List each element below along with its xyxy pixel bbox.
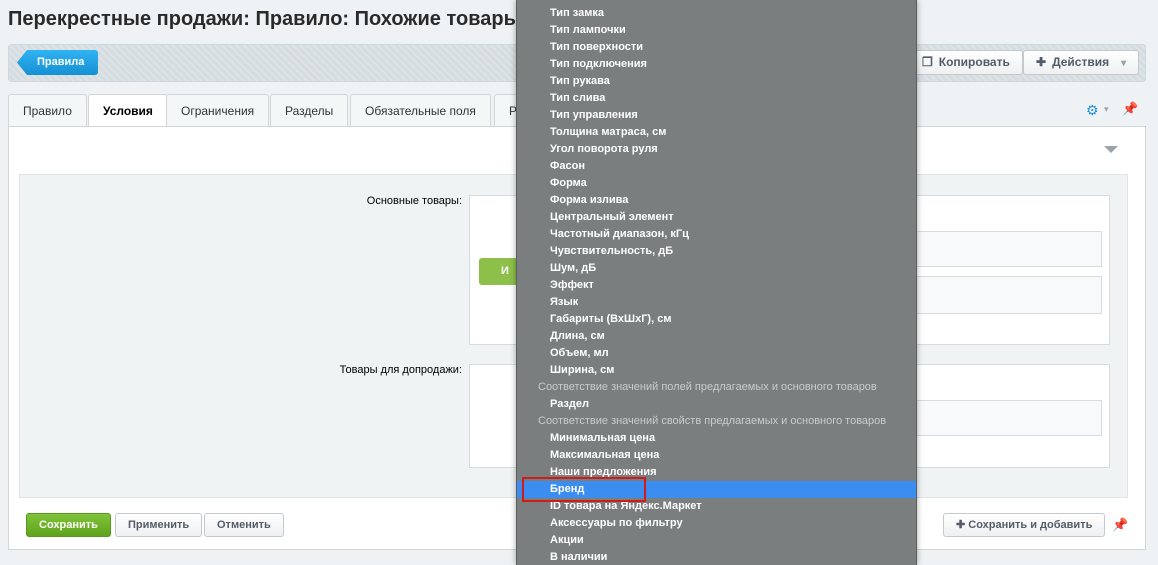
dropdown-option[interactable]: Аксессуары по фильтру	[517, 515, 916, 532]
dropdown-option[interactable]: Форма излива	[517, 192, 916, 209]
chevron-down-icon: ▾	[1121, 58, 1127, 69]
dropdown-option[interactable]: Ширина, см	[517, 362, 916, 379]
dropdown-option[interactable]: Тип поверхности	[517, 39, 916, 56]
copy-button[interactable]: ❐ Копировать	[909, 50, 1023, 75]
chevron-down-icon[interactable]: ▾	[1104, 104, 1109, 115]
dropdown-option[interactable]: Угол поворота руля	[517, 141, 916, 158]
and-operator-button[interactable]: И	[479, 258, 519, 285]
back-to-rules-button[interactable]: Правила	[17, 50, 99, 75]
pin-icon[interactable]: 📌	[1112, 517, 1128, 533]
dropdown-option[interactable]: Раздел	[517, 396, 916, 413]
dropdown-option[interactable]: Тип слива	[517, 90, 916, 107]
dropdown-option[interactable]: Акции	[517, 532, 916, 549]
main-goods-label: Основные товары:	[366, 195, 462, 207]
tab-rule[interactable]: Правило	[8, 94, 87, 126]
save-and-add-button[interactable]: ✚ Сохранить и добавить	[943, 513, 1106, 537]
plus-icon: ✚	[1036, 55, 1047, 69]
dropdown-option[interactable]: Длина, см	[517, 328, 916, 345]
dropdown-option[interactable]: Язык	[517, 294, 916, 311]
dropdown-option[interactable]: Минимальная цена	[517, 430, 916, 447]
dropdown-option[interactable]: Эффект	[517, 277, 916, 294]
cancel-button[interactable]: Отменить	[204, 513, 284, 537]
actions-button[interactable]: ✚ Действия ▾	[1023, 50, 1140, 75]
plus-icon: ✚	[956, 519, 969, 531]
collapse-icon[interactable]	[1104, 146, 1118, 153]
dropdown-option[interactable]: Шум, дБ	[517, 260, 916, 277]
tab-conditions[interactable]: Условия	[88, 94, 168, 128]
dropdown-option[interactable]: Максимальная цена	[517, 447, 916, 464]
dropdown-option[interactable]: Чувствительность, дБ	[517, 243, 916, 260]
save-button[interactable]: Сохранить	[26, 513, 111, 537]
selection-highlight-box	[522, 477, 646, 502]
dropdown-group-header: Соответствие значений свойств предлагаем…	[538, 415, 887, 427]
pin-icon[interactable]: 📌	[1122, 101, 1138, 117]
dropdown-option[interactable]: Тип лампочки	[517, 22, 916, 39]
actions-label: Действия	[1052, 55, 1110, 69]
dropdown-option[interactable]: Частотный диапазон, кГц	[517, 226, 916, 243]
page-title: Перекрестные продажи: Правило: Похожие т…	[8, 8, 548, 30]
copy-icon: ❐	[922, 55, 933, 69]
dropdown-group-header: Соответствие значений полей предлагаемых…	[538, 381, 877, 393]
dropdown-option[interactable]: Тип подключения	[517, 56, 916, 73]
save-and-add-label: Сохранить и добавить	[968, 519, 1093, 531]
apply-button[interactable]: Применить	[115, 513, 203, 537]
dropdown-option[interactable]: В наличии	[517, 549, 916, 565]
copy-label: Копировать	[938, 55, 1010, 69]
tab-sections[interactable]: Разделы	[270, 94, 349, 126]
dropdown-option[interactable]: Тип замка	[517, 5, 916, 22]
dropdown-option[interactable]: Центральный элемент	[517, 209, 916, 226]
dropdown-option[interactable]: Толщина матраса, см	[517, 124, 916, 141]
dropdown-option[interactable]: Объем, мл	[517, 345, 916, 362]
tab-restrictions[interactable]: Ограничения	[166, 94, 270, 126]
dropdown-option[interactable]: Тип управления	[517, 107, 916, 124]
upsell-goods-label: Товары для допродажи:	[339, 364, 462, 376]
dropdown-option[interactable]: Форма	[517, 175, 916, 192]
tab-required-fields[interactable]: Обязательные поля	[350, 94, 491, 126]
gear-icon[interactable]: ⚙	[1086, 102, 1099, 119]
dropdown-option[interactable]: Фасон	[517, 158, 916, 175]
dropdown-option[interactable]: Габариты (ВхШхГ), см	[517, 311, 916, 328]
dropdown-option[interactable]: Тип рукава	[517, 73, 916, 90]
